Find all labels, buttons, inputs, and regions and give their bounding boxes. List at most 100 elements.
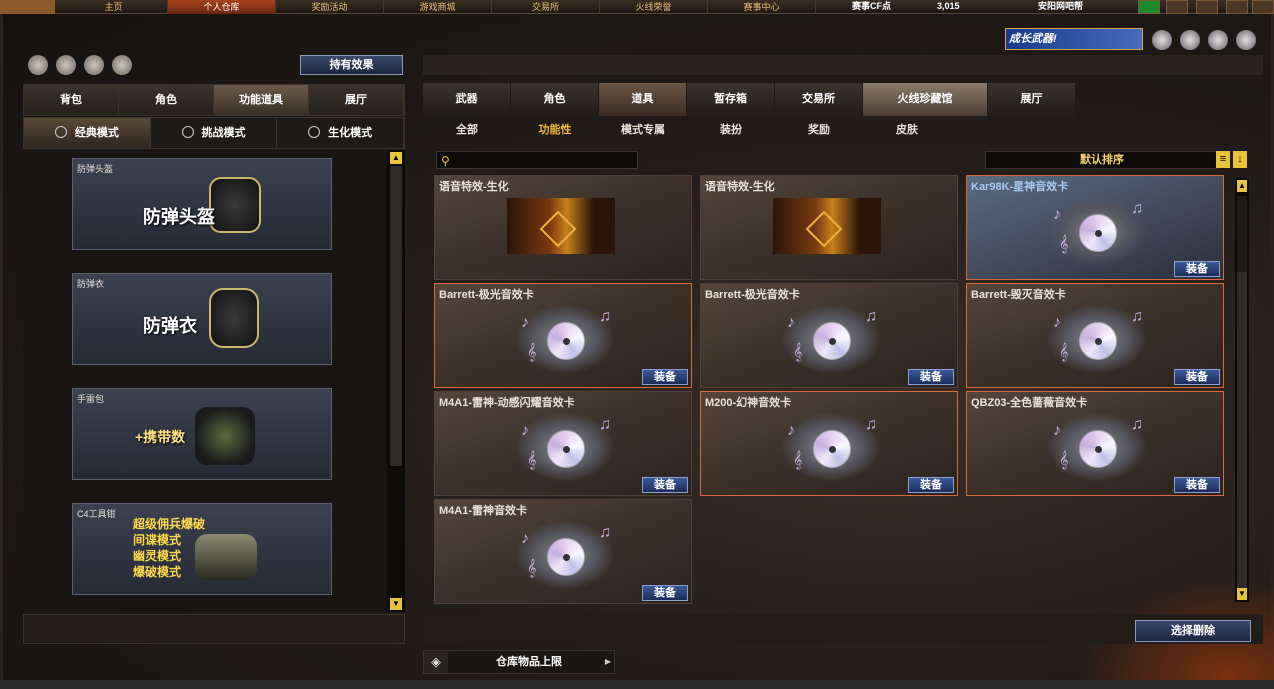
chevron-right-icon: ▶: [604, 657, 611, 666]
scroll-down-icon[interactable]: ▼: [390, 598, 402, 610]
vest-icon: [209, 288, 259, 348]
tab-props[interactable]: 道具: [599, 83, 686, 116]
refresh-icon[interactable]: [56, 55, 76, 75]
tab-backpack[interactable]: 背包: [24, 85, 119, 115]
slot-helmet[interactable]: 防弹头盔 防弹头盔: [72, 158, 332, 250]
growth-weapon-banner[interactable]: 成长武器!: [1005, 28, 1143, 50]
scroll-thumb[interactable]: [390, 166, 402, 466]
tab-character[interactable]: 角色: [119, 85, 214, 115]
tab-hall[interactable]: 展厅: [309, 85, 404, 115]
globe-icon[interactable]: [1180, 30, 1200, 50]
top-nav-item[interactable]: 游戏商城: [384, 0, 492, 14]
equip-button[interactable]: 装备: [1174, 477, 1220, 493]
scroll-down-icon[interactable]: ▼: [1237, 588, 1247, 600]
subtab-outfit[interactable]: 装扮: [687, 120, 775, 140]
right-top-strip: [423, 55, 1263, 75]
tab-function-items[interactable]: 功能道具: [214, 85, 309, 115]
subtab-mode-exclusive[interactable]: 模式专属: [599, 120, 687, 140]
sort-order-icon[interactable]: ↓: [1233, 151, 1247, 168]
item-card[interactable]: QBZ03-全色蔷薇音效卡 ♪ ♫ 𝄞 装备: [966, 391, 1224, 496]
storage-limit-button[interactable]: ◈ 仓库物品上限 ▶: [423, 650, 615, 674]
search-icon: ⚲: [441, 154, 450, 168]
scroll-thumb[interactable]: [1237, 196, 1247, 272]
subtab-functional[interactable]: 功能性: [511, 120, 599, 140]
subtab-all[interactable]: 全部: [423, 120, 511, 140]
mode-label: 挑战模式: [201, 127, 246, 139]
equip-button[interactable]: 装备: [1174, 261, 1220, 277]
owned-effects-button[interactable]: 持有效果: [300, 55, 403, 75]
tab-roles[interactable]: 角色: [511, 83, 598, 116]
sub-tabs: 全部 功能性 模式专属 装扮 奖励 皮肤: [423, 120, 951, 140]
sort-dropdown[interactable]: 默认排序: [985, 151, 1219, 169]
tools-icon[interactable]: [84, 55, 104, 75]
item-card[interactable]: M200-幻神音效卡 ♪ ♫ 𝄞 装备: [700, 391, 958, 496]
slot-tag: 防弹头盔: [77, 164, 114, 174]
tab-challenge-mode[interactable]: 挑战模式: [150, 118, 278, 148]
subtab-skins[interactable]: 皮肤: [863, 120, 951, 140]
scroll-up-icon[interactable]: ▲: [1237, 180, 1247, 192]
item-card[interactable]: Kar98K-星神音效卡 ♪ ♫ 𝄞 装备: [966, 175, 1224, 280]
right-scrollbar[interactable]: ▲ ▼: [1235, 178, 1249, 602]
subtab-rewards[interactable]: 奖励: [775, 120, 863, 140]
tab-collection[interactable]: 火线珍藏馆: [863, 83, 987, 116]
item-card[interactable]: 语音特效-生化: [700, 175, 958, 280]
notify-icon[interactable]: [1166, 0, 1188, 14]
mode-label: 经典模式: [74, 127, 119, 139]
item-card[interactable]: Barrett-毁灭音效卡 ♪ ♫ 𝄞 装备: [966, 283, 1224, 388]
badge-icon[interactable]: [1208, 30, 1228, 50]
level-icon: [1138, 0, 1160, 14]
item-card[interactable]: Barrett-极光音效卡 ♪ ♫ 𝄞 装备: [700, 283, 958, 388]
tab-weapons[interactable]: 武器: [423, 83, 510, 116]
item-name: Barrett-毁灭音效卡: [971, 289, 1066, 301]
stats-icon[interactable]: [28, 55, 48, 75]
top-nav-item[interactable]: 主页: [60, 0, 168, 14]
tab-classic-mode[interactable]: 经典模式: [24, 118, 151, 148]
item-name: M4A1-雷神音效卡: [439, 505, 528, 517]
item-card[interactable]: M4A1-雷神音效卡 ♪ ♫ 𝄞 装备: [434, 499, 692, 604]
equip-button[interactable]: 装备: [642, 585, 688, 601]
shield-icon[interactable]: [1152, 30, 1172, 50]
equip-button[interactable]: 装备: [642, 369, 688, 385]
equip-button[interactable]: 装备: [642, 477, 688, 493]
select-delete-button[interactable]: 选择删除: [1135, 620, 1251, 642]
top-nav-item[interactable]: 奖励活动: [276, 0, 384, 14]
grenade-icon: [195, 407, 255, 465]
top-nav-item[interactable]: 交易所: [492, 0, 600, 14]
item-card[interactable]: 语音特效-生化: [434, 175, 692, 280]
equip-button[interactable]: 装备: [908, 477, 954, 493]
mouse-icon[interactable]: [112, 55, 132, 75]
equip-button[interactable]: 装备: [1174, 369, 1220, 385]
classic-mode-icon: [54, 126, 67, 138]
frame-left: [0, 14, 3, 689]
top-nav: 主页 个人仓库 奖励活动 游戏商城 交易所 火线荣誉 赛事中心: [60, 0, 816, 14]
item-name: Barrett-极光音效卡: [439, 289, 534, 301]
tab-zombie-mode[interactable]: 生化模式: [277, 118, 405, 148]
slot-tag: C4工具钳: [77, 509, 116, 519]
item-card[interactable]: M4A1-雷神-动感闪耀音效卡 ♪ ♫ 𝄞 装备: [434, 391, 692, 496]
left-tabs: 背包 角色 功能道具 展厅: [23, 84, 405, 116]
list-view-icon[interactable]: ≡: [1216, 151, 1230, 168]
swap-icon[interactable]: [1196, 0, 1218, 14]
item-card[interactable]: Barrett-极光音效卡 ♪ ♫ 𝄞 装备: [434, 283, 692, 388]
slot-grenade[interactable]: 手雷包 +携带数: [72, 388, 332, 480]
left-scrollbar[interactable]: ▲ ▼: [387, 150, 405, 612]
top-nav-item[interactable]: 赛事中心: [708, 0, 816, 14]
w-logo-icon[interactable]: [1236, 30, 1256, 50]
cf-points-label: 赛事CF点: [852, 1, 891, 11]
slot-vest[interactable]: 防弹衣 防弹衣: [72, 273, 332, 365]
tab-showroom[interactable]: 展厅: [988, 83, 1075, 116]
search-input[interactable]: ⚲: [436, 151, 638, 169]
top-nav-item[interactable]: 火线荣誉: [600, 0, 708, 14]
slot-label: 防弹头盔: [143, 207, 215, 227]
item-name: 语音特效-生化: [439, 181, 509, 193]
close-icon[interactable]: [1252, 0, 1274, 14]
gear-icon[interactable]: [1226, 0, 1248, 14]
tab-exchange[interactable]: 交易所: [775, 83, 862, 116]
voice-effect-icon: [507, 198, 615, 254]
scroll-up-icon[interactable]: ▲: [390, 152, 402, 164]
equip-button[interactable]: 装备: [908, 369, 954, 385]
sound-card-disc-icon: ♪ ♫ 𝄞: [1047, 196, 1147, 266]
slot-c4-tool[interactable]: C4工具钳 超级佣兵爆破 间谍模式 幽灵模式 爆破模式: [72, 503, 332, 595]
top-nav-item[interactable]: 个人仓库: [168, 0, 276, 14]
tab-stash[interactable]: 暂存箱: [687, 83, 774, 116]
